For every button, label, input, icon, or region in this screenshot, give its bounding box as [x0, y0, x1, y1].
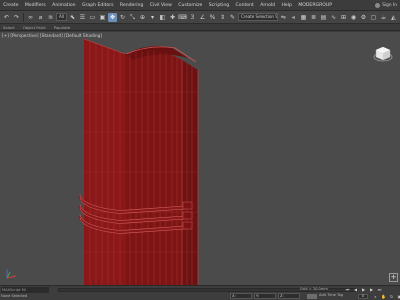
grid-spacing-readout: Grid = 10.0mm [300, 287, 328, 291]
menu-modifiers[interactable]: Modifiers [22, 0, 49, 11]
column-model[interactable] [0, 32, 400, 285]
x-coordinate-field[interactable]: X: [230, 293, 252, 299]
zoom-icon[interactable]: ⌕ [372, 294, 379, 300]
menu-create[interactable]: Create [0, 0, 22, 11]
main-toolbar: ↶ ↷ ∞ ⌀ ≋ All ⬉ ☰ ▭ ▣ ✥ ↻ ⤡ ⊕ ▾ ◧ ✚ ⌨ 3 … [0, 11, 400, 24]
reference-coord-icon[interactable]: ▾ [148, 13, 157, 22]
viewcube-icon[interactable] [373, 44, 393, 64]
redo-icon[interactable]: ↷ [12, 13, 21, 22]
current-frame-field[interactable]: 0 [358, 294, 368, 299]
pan-icon[interactable]: ✋ [380, 294, 387, 300]
menu-arnold[interactable]: Arnold [257, 0, 278, 11]
layer-explorer-icon[interactable]: ≣ [309, 13, 318, 22]
tab-populate[interactable]: Populate [54, 25, 71, 30]
menu-bar: Create Modifiers Animation Graph Editors… [0, 0, 400, 11]
ribbon-toggle-icon[interactable]: ▤ [319, 13, 328, 22]
perspective-viewport[interactable]: [+] [Perspective] [Standard] [Default Sh… [0, 31, 400, 285]
render-setup-icon[interactable]: ⚙ [359, 13, 368, 22]
maxscript-listener[interactable]: MAXScript Mi [1, 287, 49, 293]
tab-select[interactable]: Select [3, 25, 15, 30]
go-to-start-icon[interactable]: ⏮ [344, 287, 351, 293]
sign-in-label: Sign In [382, 3, 397, 8]
material-editor-icon[interactable]: ◉ [349, 13, 358, 22]
window-crossing-icon[interactable]: ▣ [98, 13, 107, 22]
sign-in-button[interactable]: Sign In [375, 2, 397, 9]
curve-editor-icon[interactable]: ∿ [329, 13, 338, 22]
menu-civil-view[interactable]: Civil View [147, 0, 176, 11]
spinner-snap-icon[interactable]: ⇕ [218, 13, 227, 22]
orbit-icon[interactable]: ↻ [388, 294, 395, 300]
menu-graph-editors[interactable]: Graph Editors [79, 0, 117, 11]
snap-icon[interactable]: 3 [188, 13, 197, 22]
edit-named-selection-icon[interactable]: ✎ [228, 13, 237, 22]
render-production-icon[interactable]: ◭ [389, 13, 398, 22]
ribbon-tabs: Select Object Paint Populate [0, 24, 400, 31]
play-icon[interactable]: ▶ [360, 287, 367, 293]
z-coordinate-field[interactable]: Z: [278, 293, 300, 299]
menu-help[interactable]: Help [278, 0, 295, 11]
undo-icon[interactable]: ↶ [2, 13, 11, 22]
menu-modergroup[interactable]: MODERGROUP [295, 0, 335, 11]
menu-rendering[interactable]: Rendering [117, 0, 147, 11]
angle-snap-icon[interactable]: ∠ [198, 13, 207, 22]
selection-status: None Selected [1, 294, 28, 298]
pivot-center-icon[interactable]: ◧ [158, 13, 167, 22]
maximize-toggle-icon[interactable]: ▣ [396, 294, 400, 300]
maximize-viewport-icon[interactable]: + [389, 273, 398, 282]
status-bar: MAXScript Mi None Selected X: Y: Z: Grid… [0, 285, 400, 300]
toggle-scene-explorer-icon[interactable]: ▦ [299, 13, 308, 22]
menu-scripting[interactable]: Scripting [206, 0, 233, 11]
unlink-icon[interactable]: ⌀ [36, 13, 45, 22]
toolbar-divider [23, 12, 24, 22]
placement-icon[interactable]: ⊕ [138, 13, 147, 22]
select-icon[interactable]: ⬉ [68, 13, 77, 22]
tab-object-paint[interactable]: Object Paint [23, 25, 46, 30]
select-by-name-icon[interactable]: ☰ [78, 13, 87, 22]
menu-customize[interactable]: Customize [175, 0, 206, 11]
auto-key-button[interactable] [307, 294, 317, 299]
next-frame-icon[interactable]: ▶ [368, 287, 375, 293]
menu-content[interactable]: Content [232, 0, 257, 11]
move-icon[interactable]: ✥ [107, 12, 117, 22]
playback-controls: ⏮ ◀ ▶ ▶ ⏭ [344, 287, 383, 293]
render-icon[interactable]: ☕ [379, 13, 388, 22]
align-icon[interactable]: ⫷ [289, 13, 298, 22]
manipulate-icon[interactable]: ✚ [168, 13, 177, 22]
axis-tripod-icon [6, 269, 17, 279]
rect-selection-icon[interactable]: ▭ [88, 13, 97, 22]
selection-set-dropdown[interactable]: Create Selection Se [237, 13, 278, 21]
selection-filter-dropdown[interactable]: All [56, 13, 67, 21]
rendered-frame-icon[interactable]: ▢ [369, 13, 378, 22]
user-icon [375, 3, 381, 8]
previous-frame-icon[interactable]: ◀ [352, 287, 359, 293]
rotate-icon[interactable]: ↻ [118, 13, 127, 22]
mirror-icon[interactable]: ⇋ [279, 13, 288, 22]
go-to-end-icon[interactable]: ⏭ [376, 287, 383, 293]
scale-icon[interactable]: ⤡ [128, 13, 137, 22]
bind-space-warp-icon[interactable]: ≋ [46, 13, 55, 22]
schematic-view-icon[interactable]: ⊞ [339, 13, 348, 22]
menu-animation[interactable]: Animation [49, 0, 79, 11]
y-coordinate-field[interactable]: Y: [254, 293, 276, 299]
keyboard-shortcut-icon[interactable]: ⌨ [178, 13, 187, 22]
percent-snap-icon[interactable]: % [208, 13, 217, 22]
add-time-tag-button[interactable]: Add Time Tag [319, 293, 343, 297]
link-icon[interactable]: ∞ [26, 13, 35, 22]
viewport-navigation: ⌕ ✋ ↻ ▣ [372, 294, 400, 300]
